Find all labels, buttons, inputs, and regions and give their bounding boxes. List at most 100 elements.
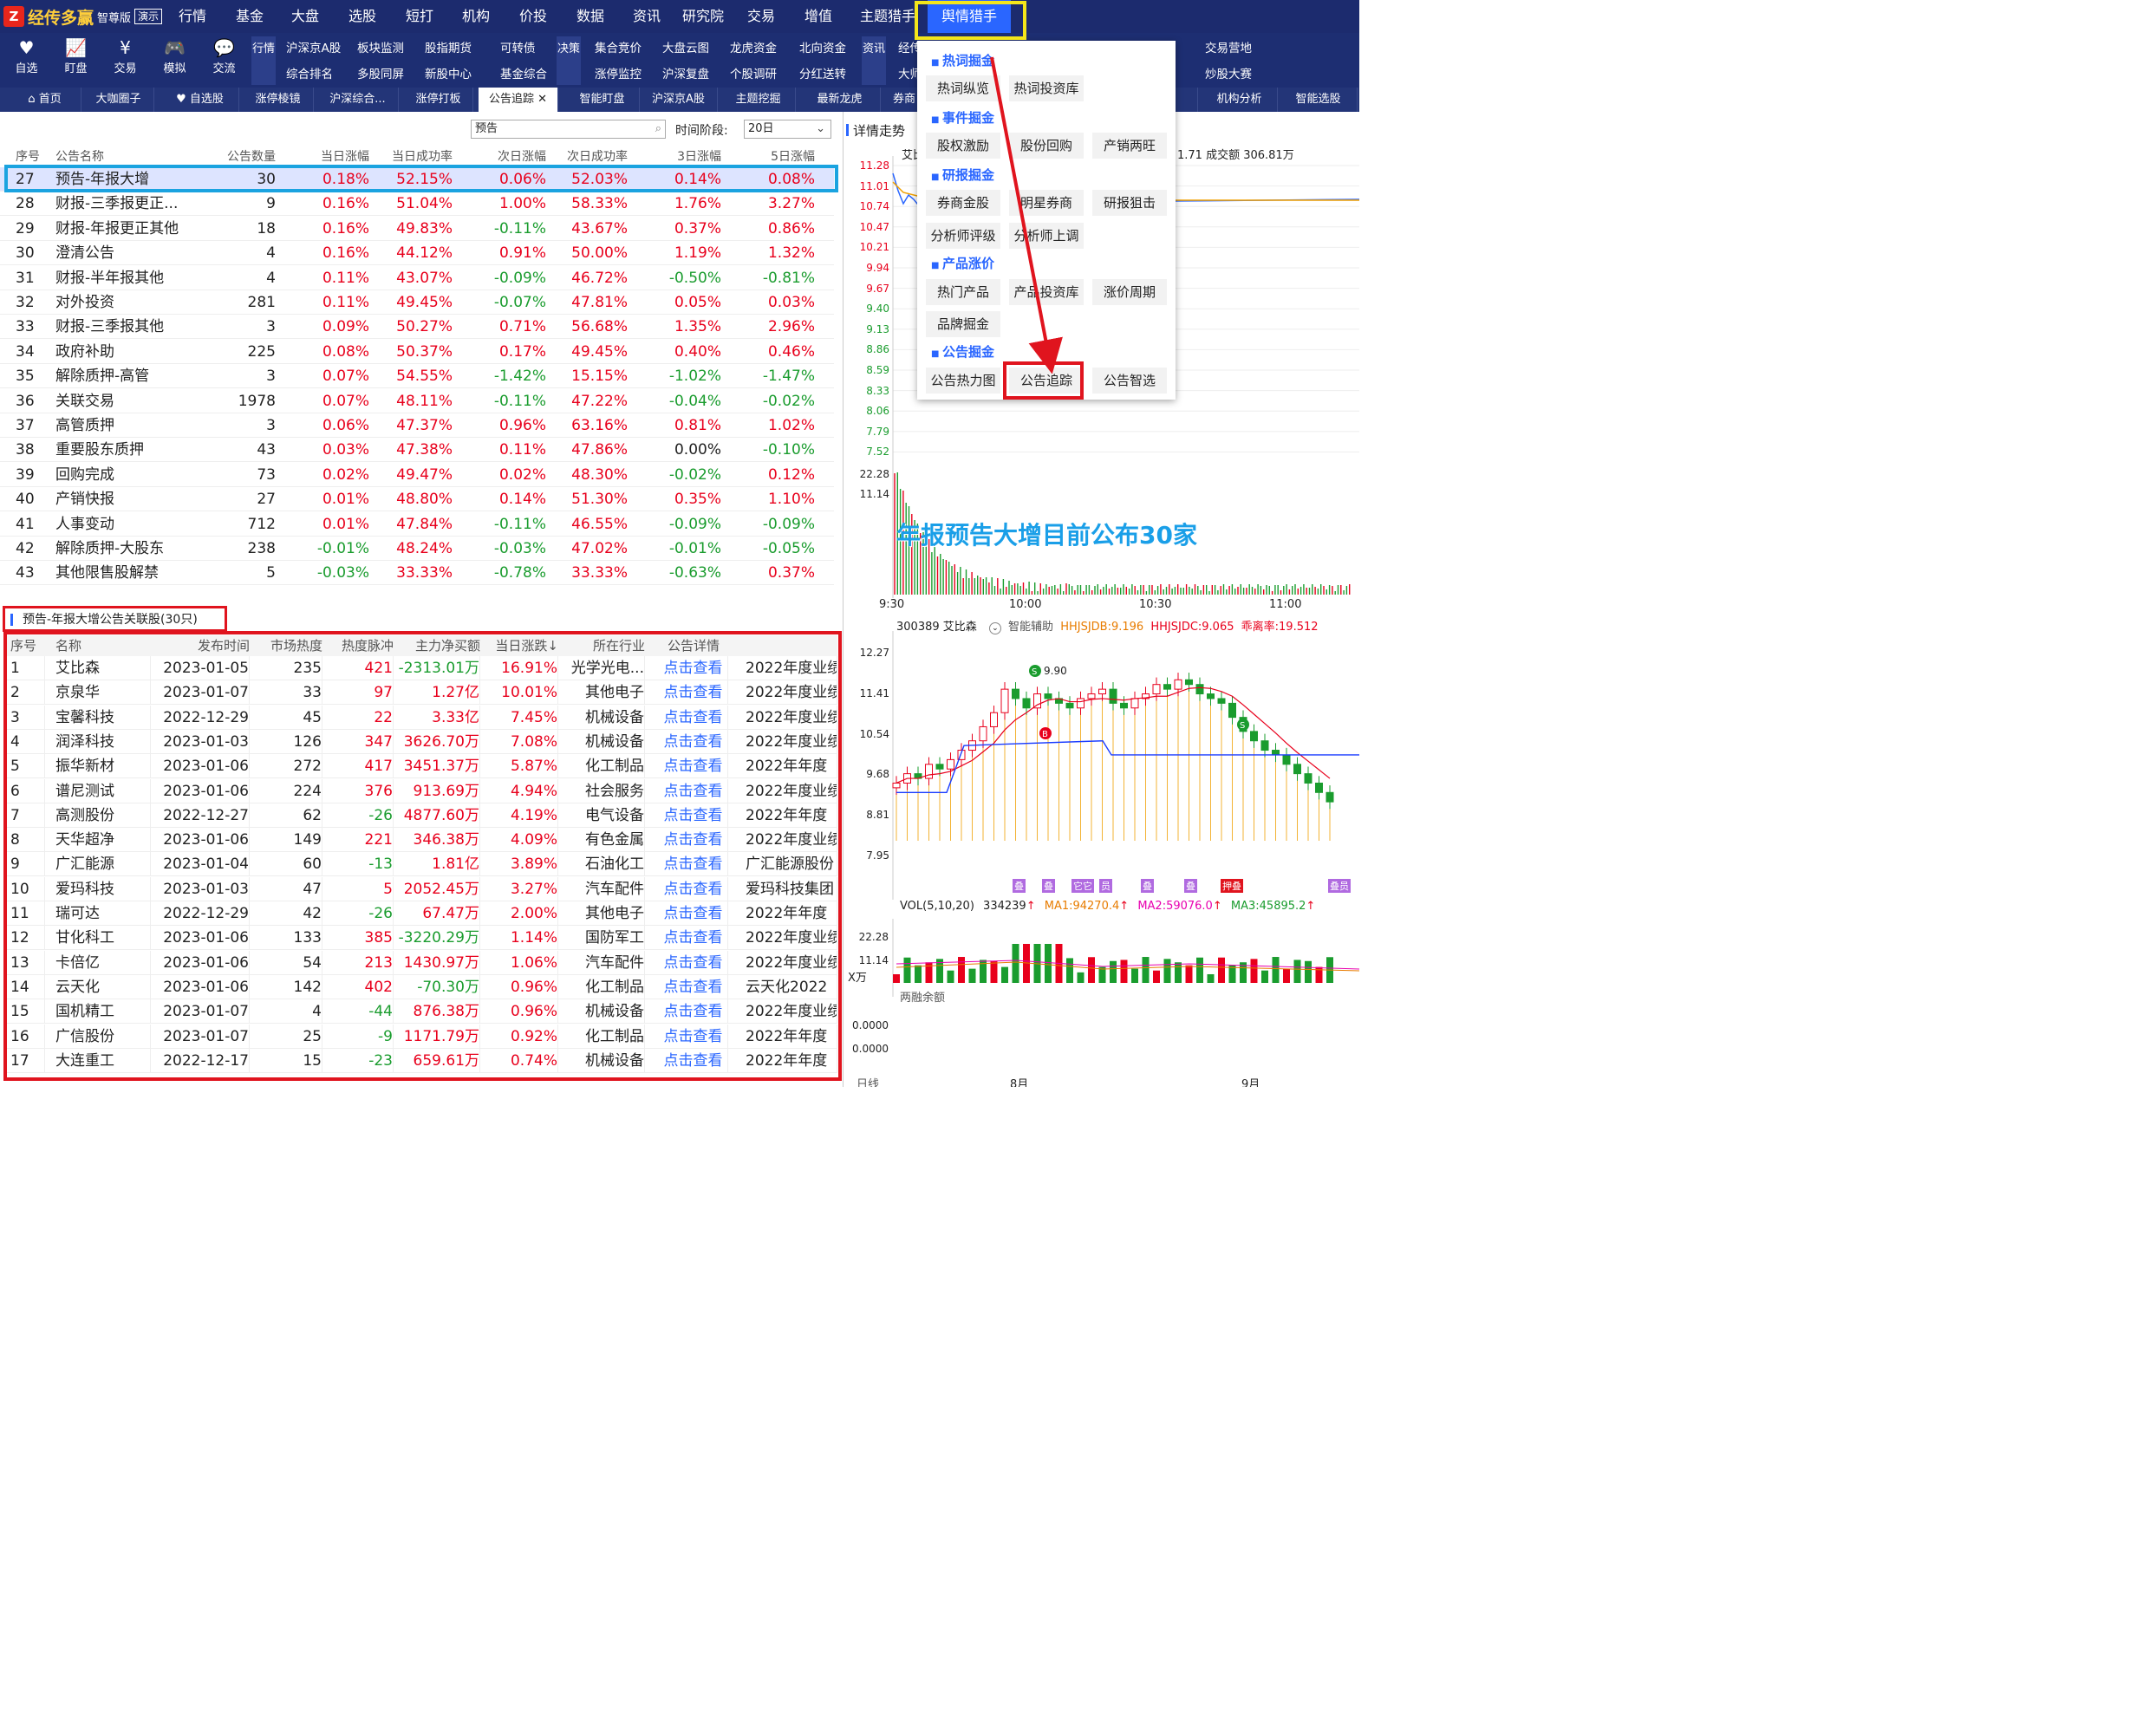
dropdown-item[interactable]: 明星券商 <box>1009 190 1084 216</box>
event-tag[interactable]: 叠员 <box>1328 879 1351 893</box>
main-header-cell[interactable]: 公告名称 <box>55 147 194 166</box>
table-row[interactable]: 31 财报-半年报其他 4 0.11% 43.07% -0.09% 46.72% -0.50%… <box>0 266 834 290</box>
period-select[interactable]: 20日 ⌄ <box>744 120 831 139</box>
main-header-cell[interactable]: 当日涨幅 <box>279 147 369 166</box>
main-header-cell[interactable]: 当日成功率 <box>373 147 453 166</box>
main-header-cell[interactable]: 次日涨幅 <box>454 147 546 166</box>
dropdown-item[interactable]: 券商金股 <box>926 190 1000 216</box>
toolbar-link[interactable]: 分红送转 <box>799 64 846 81</box>
menu-item-1[interactable]: 行情 <box>179 0 206 33</box>
toolbar-link[interactable]: 大盘云图 <box>662 38 709 55</box>
event-tag[interactable]: 叠 <box>1042 879 1055 893</box>
main-header-cell[interactable]: 公告数量 <box>198 147 276 166</box>
tab-item[interactable]: 涨停棱镜 <box>243 88 314 112</box>
close-icon[interactable]: ✕ <box>534 93 547 106</box>
toolbar-link[interactable]: 多股同屏 <box>357 64 404 81</box>
toolbar-link[interactable]: 可转债 <box>500 38 536 55</box>
menu-item-2[interactable]: 基金 <box>236 0 264 33</box>
menu-item-13[interactable]: 主题猎手 <box>860 0 915 33</box>
table-row[interactable]: 41 人事变动 712 0.01% 47.84% -0.11% 46.55% -0.09% -0… <box>0 512 834 537</box>
dropdown-item[interactable]: 热词纵览 <box>926 75 1000 101</box>
menu-item-11[interactable]: 交易 <box>747 0 775 33</box>
table-row[interactable]: 37 高管质押 3 0.06% 47.37% 0.96% 63.16% 0.81% 1.02% <box>0 413 834 438</box>
tab-item[interactable]: 公告追踪 ✕ <box>479 88 558 112</box>
toolbar-link[interactable]: 沪深京A股 <box>286 38 341 55</box>
toolbar-link[interactable]: 板块监测 <box>357 38 404 55</box>
menu-item-10[interactable]: 研究院 <box>682 0 724 33</box>
menu-item-7[interactable]: 价投 <box>519 0 547 33</box>
table-row[interactable]: 38 重要股东质押 43 0.03% 47.38% 0.11% 47.86% 0.00% -0.… <box>0 438 834 463</box>
main-header-cell[interactable]: 次日成功率 <box>548 147 628 166</box>
event-tag[interactable]: 押叠 <box>1221 879 1243 893</box>
toolbar-link[interactable]: 股指期货 <box>425 38 472 55</box>
tab-item[interactable]: 最新龙虎 <box>799 88 881 112</box>
event-tag[interactable]: 它它 <box>1071 879 1094 893</box>
table-row[interactable]: 42 解除质押-大股东 238 -0.01% 48.24% -0.03% 47.02% -0.… <box>0 537 834 561</box>
tab-item[interactable]: 大咖圈子 <box>83 88 154 112</box>
toolbar-link[interactable]: 北向资金 <box>799 38 846 55</box>
menu-item-12[interactable]: 增值 <box>804 0 832 33</box>
dropdown-item[interactable]: 热门产品 <box>926 279 1000 305</box>
table-row[interactable]: 30 澄清公告 4 0.16% 44.12% 0.91% 50.00% 1.19% 1.32% <box>0 241 834 266</box>
menu-item-6[interactable]: 机构 <box>462 0 490 33</box>
dropdown-item[interactable]: 股权激励 <box>926 133 1000 159</box>
tab-item[interactable]: 机构分析 <box>1202 88 1278 112</box>
dropdown-item[interactable]: 股份回购 <box>1009 133 1084 159</box>
menu-item-9[interactable]: 资讯 <box>633 0 661 33</box>
search-input[interactable]: 预告 ⌕ <box>471 120 666 139</box>
toolbar-link[interactable]: 炒股大赛 <box>1205 64 1252 81</box>
table-row[interactable]: 34 政府补助 225 0.08% 50.37% 0.17% 49.45% 0.40% 0.46… <box>0 340 834 364</box>
tab-item[interactable]: ⌂ 首页 <box>9 88 81 112</box>
dropdown-item[interactable]: 热词投资库 <box>1009 75 1084 101</box>
dropdown-item[interactable]: 涨价周期 <box>1092 279 1167 305</box>
main-header-cell[interactable]: 3日涨幅 <box>629 147 721 166</box>
table-row[interactable]: 35 解除质押-高管 3 0.07% 54.55% -1.42% 15.15% -1.02% -… <box>0 364 834 389</box>
table-row[interactable]: 28 财报-三季报更正... 9 0.16% 51.04% 1.00% 58.33% 1.76… <box>0 192 834 217</box>
period-day-label[interactable]: 日线 <box>857 1075 879 1087</box>
tab-item[interactable]: ♥ 自选股 <box>161 88 239 112</box>
main-header-cell[interactable]: 序号 <box>16 147 50 166</box>
toolbar-link[interactable]: 综合排名 <box>286 64 333 81</box>
toolbar-button-5[interactable]: 💬 交流 <box>199 33 249 88</box>
event-tag[interactable]: 叠 <box>1013 879 1026 893</box>
toolbar-button-4[interactable]: 🎮 模拟 <box>150 33 199 88</box>
table-row[interactable]: 32 对外投资 281 0.11% 49.45% -0.07% 47.81% 0.05% 0.0… <box>0 290 834 315</box>
dropdown-item[interactable]: 品牌掘金 <box>926 311 1000 337</box>
event-tag[interactable]: 叠 <box>1141 879 1154 893</box>
toolbar-link[interactable]: 集合竞价 <box>595 38 642 55</box>
dropdown-item[interactable]: 分析师上调 <box>1009 223 1084 249</box>
tab-item[interactable]: 智能盯盘 <box>565 88 640 112</box>
event-tag[interactable]: 叠 <box>1184 879 1197 893</box>
tab-item[interactable]: 沪深综合... <box>317 88 399 112</box>
toolbar-link[interactable]: 交易营地 <box>1205 38 1252 55</box>
table-row[interactable]: 40 产销快报 27 0.01% 48.80% 0.14% 51.30% 0.35% 1.10% <box>0 487 834 512</box>
dropdown-item[interactable]: 产销两旺 <box>1092 133 1167 159</box>
dropdown-item[interactable]: 产品投资库 <box>1009 279 1084 305</box>
dropdown-item[interactable]: 研报狙击 <box>1092 190 1167 216</box>
dropdown-item[interactable]: 公告智选 <box>1092 368 1167 394</box>
toolbar-link[interactable]: 新股中心 <box>425 64 472 81</box>
table-row[interactable]: 29 财报-年报更正其他 18 0.16% 49.83% -0.11% 43.67% 0.37… <box>0 217 834 241</box>
table-row[interactable]: 36 关联交易 1978 0.07% 48.11% -0.11% 47.22% -0.04% -… <box>0 389 834 413</box>
toolbar-button-3[interactable]: ¥ 交易 <box>101 33 150 88</box>
menu-item-8[interactable]: 数据 <box>576 0 604 33</box>
toolbar-link[interactable]: 个股调研 <box>730 64 777 81</box>
toolbar-link[interactable]: 基金综合 <box>500 64 547 81</box>
toolbar-button-1[interactable]: ♥ 自选 <box>2 33 51 88</box>
dropdown-item[interactable]: 分析师评级 <box>926 223 1000 249</box>
toolbar-link[interactable]: 沪深复盘 <box>662 64 709 81</box>
tab-item[interactable]: 智能选股 <box>1280 88 1358 112</box>
toolbar-button-2[interactable]: 📈 盯盘 <box>51 33 101 88</box>
tab-item[interactable]: 沪深京A股 <box>640 88 718 112</box>
tab-item[interactable]: 主题挖掘 <box>721 88 796 112</box>
menu-item-3[interactable]: 大盘 <box>291 0 319 33</box>
toolbar-link[interactable]: 龙虎资金 <box>730 38 777 55</box>
table-row[interactable]: 33 财报-三季报其他 3 0.09% 50.27% 0.71% 56.68% 1.35% 2.… <box>0 315 834 340</box>
dropdown-item[interactable]: 公告热力图 <box>926 368 1000 394</box>
table-row[interactable]: 39 回购完成 73 0.02% 49.47% 0.02% 48.30% -0.02% 0.12… <box>0 463 834 487</box>
menu-item-4[interactable]: 选股 <box>348 0 376 33</box>
main-header-cell[interactable]: 5日涨幅 <box>725 147 815 166</box>
menu-item-5[interactable]: 短打 <box>406 0 433 33</box>
tab-item[interactable]: 涨停打板 <box>404 88 473 112</box>
event-tag[interactable]: 员 <box>1099 879 1112 893</box>
